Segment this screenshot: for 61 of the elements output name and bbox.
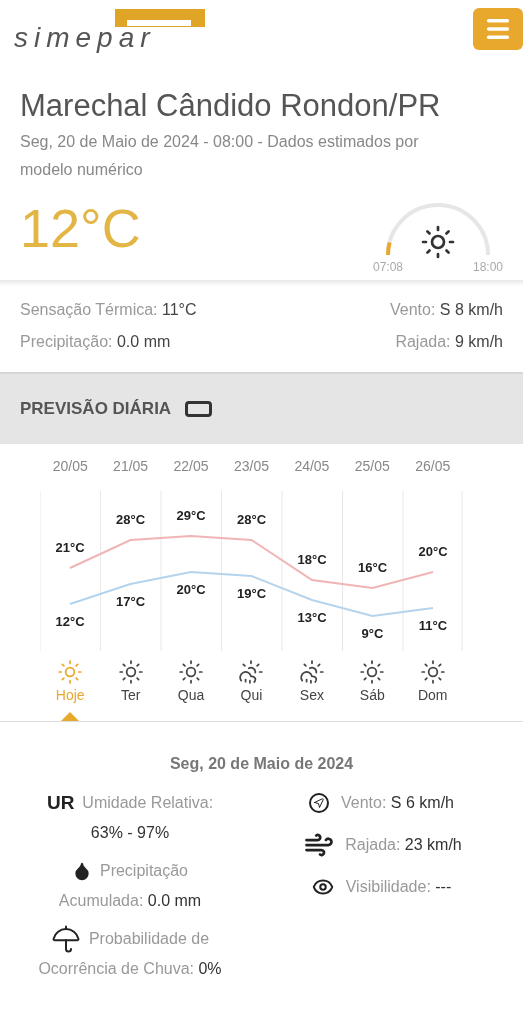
day-tab[interactable]: Dom (417, 659, 448, 706)
sun-icon (117, 659, 144, 685)
temperature-label: 20°C (417, 543, 449, 561)
selection-pointer (61, 712, 80, 721)
sun-icon (57, 659, 84, 685)
date-label: 22/05 (172, 457, 210, 476)
sunset-time: 18:00 (472, 259, 503, 276)
date-label: 20/05 (51, 457, 89, 476)
day-tab[interactable]: Sex (298, 659, 325, 706)
temperature-label: 19°C (235, 585, 267, 603)
humidity-label: UR (46, 791, 75, 815)
temperature-label: 18°C (296, 551, 328, 569)
date-label: 24/05 (293, 457, 331, 476)
menu-button[interactable] (473, 8, 523, 50)
current-detail: Sensação Térmica: 11°C (20, 300, 198, 320)
day-tab[interactable]: Sáb (359, 659, 386, 706)
sun-icon (359, 659, 386, 685)
date-label: 21/05 (112, 457, 150, 476)
phone-landscape-icon (185, 401, 213, 417)
day-tab[interactable]: Qua (177, 659, 205, 706)
day-tab[interactable]: Ter (117, 659, 144, 706)
date-label: 23/05 (232, 457, 270, 476)
detail-text: Rajada: 23 km/h (345, 835, 462, 855)
detail-text: Vento: S 6 km/h (341, 793, 454, 813)
rain-sun-icon (298, 659, 325, 685)
date-subtitle: Seg, 20 de Maio de 2024 - 08:00 - Dados estimados por modelo numérico (20, 132, 420, 180)
detail-title: Precipitação (99, 861, 188, 881)
sunrise-time: 07:08 (373, 259, 404, 276)
temperature-label: 29°C (175, 507, 207, 525)
detail-date: Seg, 20 de Maio de 2024 (168, 754, 355, 774)
current-detail: Rajada: 9 km/h (394, 332, 503, 352)
detail-text: Visibilidade: --- (345, 877, 452, 897)
rain-sun-icon (238, 659, 265, 685)
temperature-label: 13°C (296, 609, 328, 627)
temperature-label: 11°C (417, 617, 449, 635)
date-label: 26/05 (414, 457, 452, 476)
detail-value: Acumulada: 0.0 mm (58, 891, 202, 911)
temperature-label: 16°C (356, 559, 388, 577)
sun-icon (178, 659, 205, 685)
detail-value: 63% - 97% (90, 823, 170, 843)
date-label: 25/05 (353, 457, 391, 476)
sun-icon (419, 659, 446, 685)
temperature-label: 12°C (54, 613, 86, 631)
temperature-label: 28°C (235, 511, 267, 529)
detail-title: Umidade Relativa: (82, 793, 214, 813)
temperature-label: 20°C (175, 581, 207, 599)
temperature-label: 9°C (360, 625, 385, 643)
section-title: PREVISÃO DIÁRIA (20, 398, 172, 421)
temperature-label: 28°C (114, 511, 146, 529)
compass-icon (309, 793, 329, 813)
current-temperature: 12°C (20, 198, 141, 258)
umbrella-icon (50, 924, 81, 954)
current-detail: Vento: S 8 km/h (389, 300, 503, 320)
detail-title: Probabilidade de (88, 929, 210, 949)
day-tab[interactable]: Qui (238, 659, 265, 706)
sun-icon (420, 224, 456, 260)
location-title: Marechal Cândido Rondon/PR (20, 87, 442, 125)
detail-value: Ocorrência de Chuva: 0% (38, 959, 222, 979)
temperature-label: 17°C (114, 593, 146, 611)
current-detail: Precipitação: 0.0 mm (20, 332, 172, 352)
temperature-label: 21°C (54, 539, 86, 557)
